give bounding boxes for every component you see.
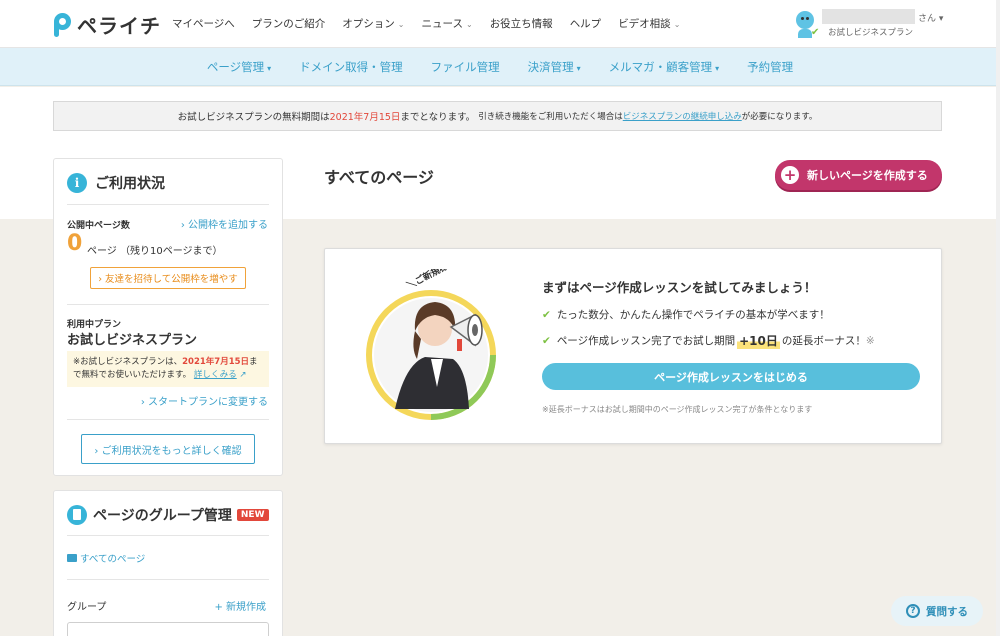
nav-item-news[interactable]: ニュース ⌄ bbox=[422, 16, 473, 31]
nav-item-options[interactable]: オプション ⌄ bbox=[342, 16, 404, 31]
nav-item-video[interactable]: ビデオ相談 ⌄ bbox=[618, 16, 680, 31]
chevron-down-icon: ⌄ bbox=[673, 20, 681, 29]
subnav-domain[interactable]: ドメイン取得・管理 bbox=[299, 59, 403, 75]
logo-text: ペライチ bbox=[77, 14, 161, 38]
chevron-down-icon: ▾ bbox=[938, 14, 944, 24]
add-publish-slot-link[interactable]: › 公開枠を追加する bbox=[181, 216, 268, 231]
new-badge: NEW bbox=[236, 509, 269, 521]
group-label: グループ bbox=[67, 602, 107, 613]
promo-badge-text: ＼ご新規様応援／ bbox=[405, 269, 474, 292]
folder-icon bbox=[67, 554, 77, 562]
check-icon: ✔ bbox=[542, 308, 551, 321]
avatar: ✔ bbox=[794, 11, 820, 38]
nav-item-help[interactable]: ヘルプ bbox=[570, 16, 602, 31]
trial-info-box: ※お試しビジネスプランは、2021年7月15日まで無料でお使いいただけます。 詳… bbox=[67, 351, 269, 387]
bonus-highlight: +10日 bbox=[737, 332, 780, 349]
divider bbox=[67, 579, 269, 580]
external-link-icon: ↗ bbox=[236, 370, 247, 380]
page-title: すべてのページ bbox=[324, 168, 434, 187]
chevron-down-icon: ▾ bbox=[576, 63, 581, 73]
invite-friends-button[interactable]: › 友達を招待して公開枠を増やす bbox=[90, 267, 246, 289]
user-plan: お試しビジネスプラン bbox=[828, 28, 914, 38]
subnav-files[interactable]: ファイル管理 bbox=[431, 59, 500, 75]
nav-item-tips[interactable]: お役立ち情報 bbox=[490, 16, 553, 31]
subnav-payment[interactable]: 決済管理 ▾ bbox=[528, 59, 581, 75]
create-new-page-button[interactable]: + 新しいページを作成する bbox=[775, 160, 942, 190]
group-card-title: ページのグループ管理 NEW bbox=[67, 505, 269, 525]
usage-status-card: i ご利用状況 公開中ページ数 › 公開枠を追加する 0 ページ （残り10ペー… bbox=[53, 158, 283, 476]
logo[interactable]: ペライチ bbox=[52, 10, 161, 39]
trial-notice: お試しビジネスプランの無料期間は 2021年7月15日 までとなります。 引き続き機… bbox=[53, 101, 942, 131]
page-count-text: ページ （残り10ページまで） bbox=[87, 246, 223, 257]
chevron-down-icon: ⌄ bbox=[465, 20, 473, 29]
start-lesson-button[interactable]: ページ作成レッスンをはじめる bbox=[542, 363, 920, 390]
details-link[interactable]: 詳しくみる bbox=[194, 370, 237, 380]
published-count: 0 bbox=[67, 231, 83, 256]
chevron-down-icon: ▾ bbox=[715, 63, 720, 73]
divider bbox=[67, 204, 269, 205]
scrollbar[interactable] bbox=[996, 0, 1000, 636]
divider bbox=[67, 304, 269, 305]
check-icon: ✔ bbox=[811, 27, 820, 38]
user-menu[interactable]: ✔ さん ▾ お試しビジネスプラン bbox=[794, 9, 954, 41]
username-redacted bbox=[822, 9, 915, 24]
top-nav: マイページへ プランのご紹介 オプション ⌄ ニュース ⌄ お役立ち情報 ヘルプ ビ… bbox=[172, 16, 697, 31]
published-pages-label: 公開中ページ数 bbox=[67, 221, 130, 231]
chevron-down-icon: ▾ bbox=[267, 63, 272, 73]
lesson-bullet: ✔ ページ作成レッスン完了でお試し期間 +10日 の延長ボーナス！ ※ bbox=[542, 332, 875, 349]
nav-item-mypage[interactable]: マイページへ bbox=[172, 16, 235, 31]
continue-plan-link[interactable]: ビジネスプランの継続申し込み bbox=[623, 110, 742, 122]
document-icon bbox=[67, 505, 87, 525]
plus-icon: + bbox=[781, 166, 799, 184]
subnav-reservations[interactable]: 予約管理 bbox=[747, 59, 793, 75]
chevron-down-icon: ⌄ bbox=[397, 20, 405, 29]
top-header: ペライチ マイページへ プランのご紹介 オプション ⌄ ニュース ⌄ お役立ち情報 … bbox=[0, 0, 1000, 48]
question-icon: ? bbox=[906, 604, 920, 618]
new-user-promo-image: ＼ご新規様応援／ bbox=[366, 269, 496, 420]
info-icon: i bbox=[67, 173, 87, 193]
sub-nav: ページ管理 ▾ ドメイン取得・管理 ファイル管理 決済管理 ▾ メルマガ・顧客管理 ▾… bbox=[0, 48, 1000, 86]
check-icon: ✔ bbox=[542, 334, 551, 347]
change-to-start-plan-link[interactable]: › スタートプランに変更する bbox=[141, 393, 268, 408]
nav-item-plans[interactable]: プランのご紹介 bbox=[252, 16, 326, 31]
page-group-card: ページのグループ管理 NEW すべてのページ グループ + 新規作成 bbox=[53, 490, 283, 636]
plan-name: お試しビジネスプラン bbox=[67, 333, 198, 348]
new-group-button[interactable]: + 新規作成 bbox=[214, 598, 266, 613]
lesson-title: まずはページ作成レッスンを試してみましょう！ bbox=[542, 280, 817, 295]
logo-icon bbox=[52, 12, 72, 38]
divider bbox=[67, 419, 269, 420]
ask-question-button[interactable]: ? 質問する bbox=[891, 596, 983, 626]
divider bbox=[67, 535, 269, 536]
lesson-bullet: ✔ たった数分、かんたん操作でペライチの基本が学べます！ bbox=[542, 308, 830, 322]
subnav-page-management[interactable]: ページ管理 ▾ bbox=[207, 59, 271, 75]
lesson-footnote: ※延長ボーナスはお試し期間中のページ作成レッスン完了が条件となります bbox=[542, 405, 813, 414]
all-pages-link[interactable]: すべてのページ bbox=[67, 551, 145, 565]
subnav-mail-customers[interactable]: メルマガ・顧客管理 ▾ bbox=[609, 59, 720, 75]
group-input[interactable] bbox=[67, 622, 269, 636]
user-honorific: さん ▾ bbox=[918, 14, 944, 24]
usage-card-title: i ご利用状況 bbox=[67, 173, 165, 193]
lesson-card: ＼ご新規様応援／ まずはページ作成レッスンを試してみましょう！ ✔ たった数分、… bbox=[324, 248, 942, 444]
usage-details-button[interactable]: › ご利用状況をもっと詳しく確認 bbox=[81, 434, 255, 464]
notice-date: 2021年7月15日 bbox=[329, 112, 401, 123]
